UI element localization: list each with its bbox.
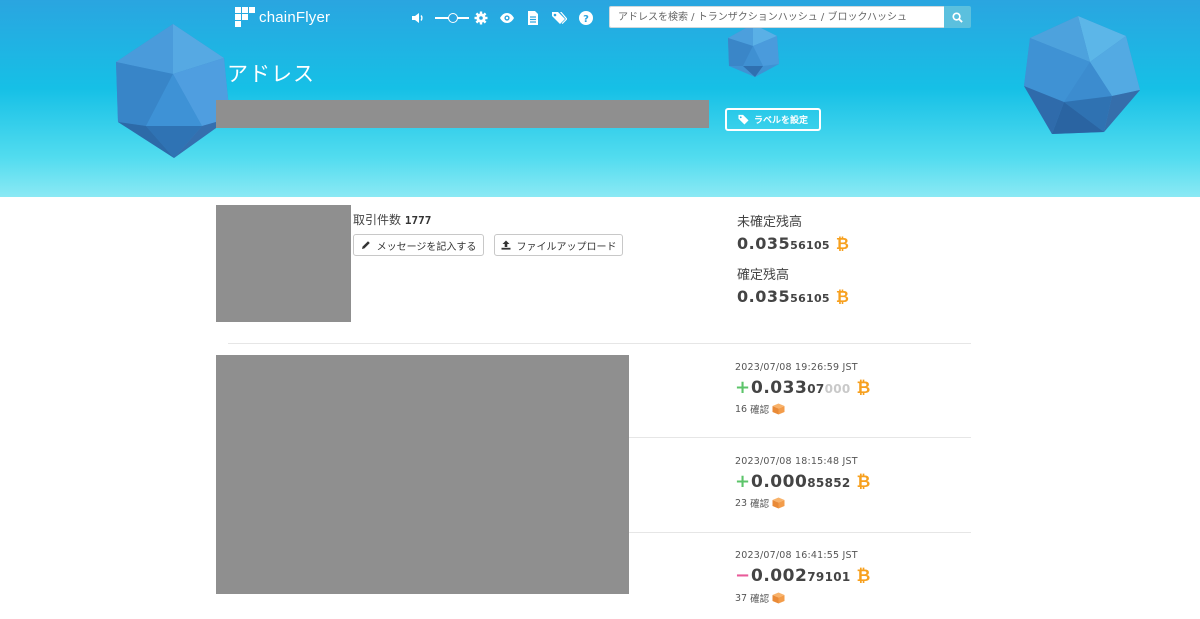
help-icon[interactable]: ? (578, 10, 594, 26)
top-navbar: chainFlyer ? (0, 0, 1200, 36)
bitcoin-icon: ₿ (835, 287, 849, 306)
file-upload-button-text: ファイルアップロード (516, 241, 617, 253)
page-title: アドレス (227, 62, 315, 86)
block-cube-icon (772, 497, 785, 509)
pencil-icon (361, 241, 370, 249)
confirmed-balance-minor: 56105 (790, 292, 830, 305)
transaction-confirmations: 23 確認 (735, 496, 785, 510)
address-redacted (216, 100, 709, 128)
transaction-amount-trailing-zeros: 000 (824, 382, 851, 396)
transaction-amount-major: 0.000 (751, 472, 808, 492)
block-cube-icon (772, 592, 785, 604)
transaction-confirmations: 37 確認 (735, 591, 785, 605)
transaction-count: 取引件数 1777 (353, 211, 431, 228)
incoming-sign: + (735, 377, 751, 398)
transaction-amount-minor: 85852 (807, 476, 851, 490)
unconfirmed-balance-minor: 56105 (790, 239, 830, 252)
block-cube-icon (772, 403, 785, 415)
transaction-separator (629, 532, 971, 533)
set-label-button-text: ラベルを設定 (753, 116, 808, 126)
transaction-amount: − 0.002 79101 ₿ (735, 565, 870, 586)
bitcoin-icon: ₿ (856, 566, 871, 586)
confirmation-count: 16 (735, 403, 748, 415)
transaction-date[interactable]: 2023/07/08 18:15:48 JST (735, 456, 858, 467)
eye-icon[interactable] (499, 10, 515, 26)
transaction-separator (629, 437, 971, 438)
icosahedron-left-decoration (116, 24, 230, 158)
confirmation-label: 確認 (750, 405, 770, 416)
search-button[interactable] (944, 6, 971, 28)
logo[interactable]: chainFlyer (235, 7, 330, 27)
tags-icon[interactable] (551, 10, 567, 26)
write-message-button[interactable]: メッセージを記入する (353, 234, 484, 256)
confirmed-balance-value: 0.035 56105 ₿ (737, 287, 849, 307)
transaction-count-label: 取引件数 (353, 213, 402, 227)
svg-text:?: ? (583, 14, 589, 25)
confirmed-balance-major: 0.035 (737, 287, 791, 306)
transaction-count-value: 1777 (404, 214, 432, 227)
confirmation-label: 確認 (750, 499, 770, 510)
unconfirmed-balance-value: 0.035 56105 ₿ (737, 234, 849, 254)
volume-slider-handle[interactable] (448, 13, 458, 23)
unconfirmed-balance-major: 0.035 (737, 234, 791, 253)
set-label-button[interactable]: ラベルを設定 (725, 108, 821, 131)
transaction-amount-minor: 07 (807, 382, 825, 396)
section-divider (228, 343, 971, 344)
search-input[interactable] (609, 6, 944, 28)
confirmation-count: 23 (735, 497, 748, 509)
outgoing-sign: − (735, 565, 751, 586)
chainflyer-logo-icon (235, 7, 255, 27)
transaction-amount-major: 0.002 (751, 566, 808, 586)
search-icon (952, 11, 963, 23)
bitcoin-icon: ₿ (856, 378, 871, 398)
write-message-button-text: メッセージを記入する (376, 241, 477, 253)
transaction-amount: + 0.033 07 000 ₿ (735, 377, 870, 398)
volume-icon[interactable] (410, 10, 426, 26)
tag-icon (738, 114, 749, 125)
confirmed-balance-label: 確定残高 (737, 268, 790, 283)
search-bar (609, 6, 971, 28)
transaction-date[interactable]: 2023/07/08 16:41:55 JST (735, 550, 858, 561)
file-upload-button[interactable]: ファイルアップロード (494, 234, 623, 256)
transaction-amount-major: 0.033 (751, 378, 808, 398)
transaction-amount-minor: 79101 (807, 570, 851, 584)
gear-icon[interactable] (473, 10, 489, 26)
qr-code-redacted (216, 205, 351, 322)
transaction-amount: + 0.000 85852 ₿ (735, 471, 870, 492)
document-icon[interactable] (525, 10, 541, 26)
confirmation-count: 37 (735, 592, 748, 604)
confirmation-label: 確認 (750, 594, 770, 605)
bitcoin-icon: ₿ (856, 472, 871, 492)
incoming-sign: + (735, 471, 751, 492)
bitcoin-icon: ₿ (835, 234, 849, 253)
hero-banner: chainFlyer ? アドレスを検索 / トランザクションハッシュ / ブロ… (0, 0, 1200, 197)
transaction-confirmations: 16 確認 (735, 402, 785, 416)
transaction-media-redacted (216, 355, 629, 594)
logo-text: chainFlyer (259, 8, 331, 26)
upload-icon (501, 240, 510, 250)
transaction-date[interactable]: 2023/07/08 19:26:59 JST (735, 362, 858, 373)
unconfirmed-balance-label: 未確定残高 (737, 215, 803, 230)
